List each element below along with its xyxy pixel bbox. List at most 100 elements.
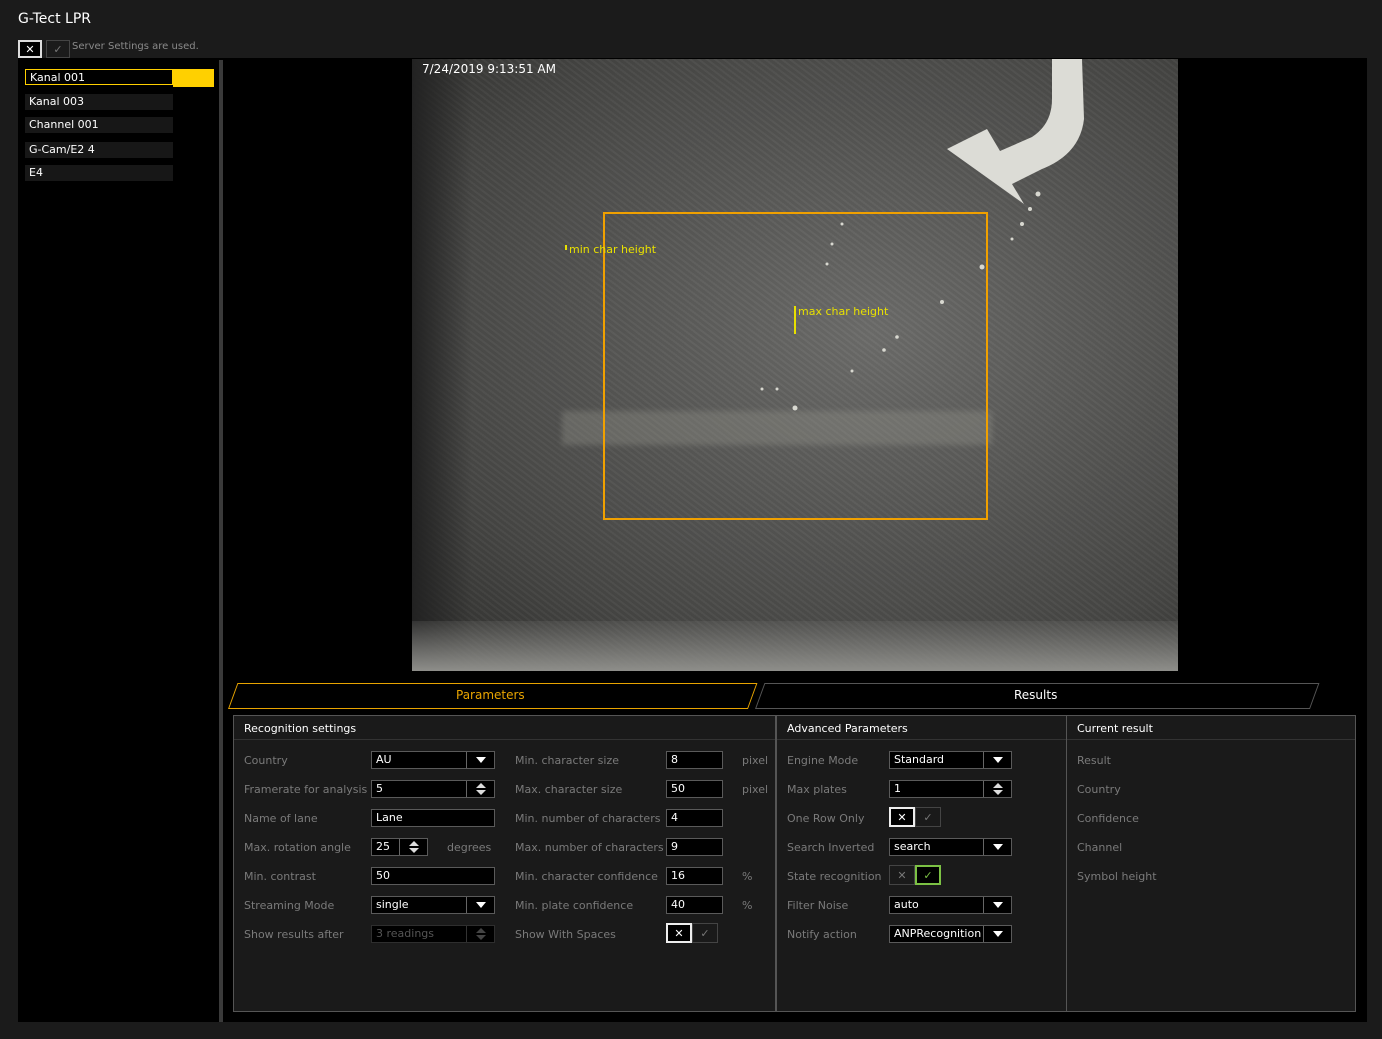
sidebar-splitter[interactable] [219,60,223,1022]
panel-title: Advanced Parameters [787,722,908,735]
min-num-chars-input[interactable]: 4 [666,809,723,827]
channel-item[interactable]: Channel 001 [25,117,173,133]
chevron-down-icon[interactable] [983,926,1011,942]
panel-header: Advanced Parameters [777,716,1066,740]
min-char-size-unit: pixel [742,754,769,767]
spin-arrows-icon [466,926,494,942]
chevron-down-icon[interactable] [983,752,1011,768]
min-char-size-label: Min. character size [515,754,620,767]
active-channel-highlight [173,69,214,87]
notify-action-label: Notify action [787,928,857,941]
toggle-on-button[interactable]: ✓ [692,923,718,943]
show-after-label: Show results after [244,928,344,941]
min-char-conf-unit: % [742,870,753,883]
contrast-input[interactable]: 50 [371,867,495,885]
lane-name-input[interactable]: Lane [371,809,495,827]
video-timestamp: 7/24/2019 9:13:51 AM [422,62,556,76]
channel-list: Kanal 001 Kanal 003 Channel 001 G-Cam/E2… [22,62,218,1018]
show-after-stepper: 3 readings [371,925,495,943]
one-row-toggle[interactable]: ✕ ✓ [889,807,941,827]
lane-name-label: Name of lane [244,812,318,825]
min-char-conf-input[interactable]: 16 [666,867,723,885]
channel-item[interactable]: G-Cam/E2 4 [25,142,173,158]
min-plate-conf-unit: % [742,899,753,912]
result-channel-label: Channel [1077,841,1123,854]
recognition-settings-panel: Recognition settings Country AU Framerat… [233,715,776,1012]
toggle-off-button[interactable]: ✕ [666,923,692,943]
result-label: Result [1077,754,1111,767]
toggle-off-button[interactable]: ✕ [889,807,915,827]
notify-action-value: ANPRecognition [894,927,982,940]
max-char-size-unit: pixel [742,783,769,796]
panel-title: Current result [1077,722,1153,735]
framerate-value: 5 [376,782,383,795]
current-result-panel: Current result Result Country Confidence… [1066,715,1356,1012]
toggle-off-button[interactable]: ✕ [889,865,915,885]
contrast-label: Min. contrast [244,870,316,883]
streaming-value: single [376,898,409,911]
toggle-on-button[interactable]: ✓ [915,865,941,885]
min-char-size-input[interactable]: 8 [666,751,723,769]
rotation-stepper[interactable]: 25 [371,838,428,856]
chevron-down-icon[interactable] [466,752,494,768]
server-settings-off-button[interactable]: ✕ [18,40,42,58]
state-recognition-label: State recognition [787,870,882,883]
result-country-label: Country [1077,783,1121,796]
filter-noise-value: auto [894,898,919,911]
chevron-down-icon[interactable] [983,839,1011,855]
engine-mode-select[interactable]: Standard [889,751,1012,769]
framerate-stepper[interactable]: 5 [371,780,495,798]
max-num-chars-label: Max. number of characters [515,841,664,854]
filter-noise-select[interactable]: auto [889,896,1012,914]
chevron-down-icon[interactable] [466,897,494,913]
toggle-on-button[interactable]: ✓ [915,807,941,827]
app-title: G-Tect LPR [18,11,92,27]
result-confidence-label: Confidence [1077,812,1139,825]
min-char-conf-label: Min. character confidence [515,870,658,883]
region-of-interest[interactable] [603,212,988,520]
streaming-select[interactable]: single [371,896,495,914]
max-char-height-marker[interactable] [794,306,796,334]
notify-action-select[interactable]: ANPRecognition [889,925,1012,943]
show-spaces-label: Show With Spaces [515,928,616,941]
country-value: AU [376,753,392,766]
rotation-value: 25 [376,840,390,853]
max-char-height-label: max char height [798,305,889,318]
panel-header: Current result [1067,716,1355,740]
channel-item[interactable]: E4 [25,165,173,181]
framerate-label: Framerate for analysis [244,783,368,796]
spin-arrows-icon[interactable] [466,781,494,797]
engine-mode-label: Engine Mode [787,754,859,767]
min-plate-conf-input[interactable]: 40 [666,896,723,914]
max-plates-stepper[interactable]: 1 [889,780,1012,798]
show-after-value: 3 readings [376,927,435,940]
result-symbol-height-label: Symbol height [1077,870,1157,883]
search-inverted-select[interactable]: search [889,838,1012,856]
rotation-unit: degrees [447,841,492,854]
camera-view[interactable]: 7/24/2019 9:13:51 AM min char height max… [412,59,1178,671]
chevron-down-icon[interactable] [983,897,1011,913]
engine-mode-value: Standard [894,753,945,766]
min-char-height-marker[interactable] [565,245,567,250]
state-recognition-toggle[interactable]: ✕ ✓ [889,865,941,885]
server-settings-label: Server Settings are used. [72,41,199,52]
panel-header: Recognition settings [234,716,775,740]
show-spaces-toggle[interactable]: ✕ ✓ [666,923,718,943]
min-char-height-label: min char height [569,243,657,256]
spin-arrows-icon[interactable] [983,781,1011,797]
search-inverted-value: search [894,840,931,853]
streaming-label: Streaming Mode [244,899,335,912]
max-num-chars-input[interactable]: 9 [666,838,723,856]
max-char-size-label: Max. character size [515,783,623,796]
one-row-label: One Row Only [787,812,865,825]
advanced-parameters-panel: Advanced Parameters Engine Mode Standard… [776,715,1067,1012]
channel-item[interactable]: Kanal 001 [25,69,173,85]
search-inverted-label: Search Inverted [787,841,875,854]
country-select[interactable]: AU [371,751,495,769]
max-char-size-input[interactable]: 50 [666,780,723,798]
max-plates-label: Max plates [787,783,847,796]
spin-arrows-icon[interactable] [399,839,427,855]
channel-item[interactable]: Kanal 003 [25,94,173,110]
server-settings-on-button[interactable]: ✓ [46,40,70,58]
filter-noise-label: Filter Noise [787,899,849,912]
